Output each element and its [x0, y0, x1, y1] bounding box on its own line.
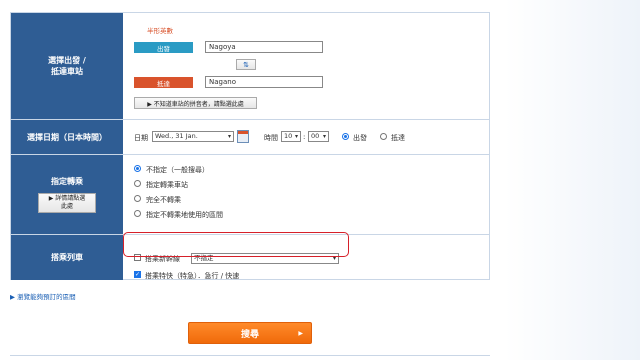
- time-label: 時間: [264, 134, 278, 142]
- transfer-row: 指定轉乘 ▶ 詳情請點選 此處 不指定（一般搜尋） 指定轉乘車站 完全不轉乘 指…: [11, 155, 489, 235]
- station-cell: 半形英數 出發 Nagoya ⇅ 抵達 Nagano ▶ 不知道車站的拼音者，請…: [123, 13, 489, 119]
- transfer-option-radio[interactable]: [134, 210, 141, 217]
- half-width-hint: 半形英數: [147, 27, 173, 35]
- transfer-details-line1: ▶ 詳情請點選: [48, 195, 86, 202]
- chevron-down-icon: ▾: [227, 133, 231, 140]
- arrive-time-label: 抵達: [391, 134, 405, 142]
- date-row: 選擇日期（日本時間） 日期 Wed., 31 Jan. ▾ 時間 10 ▾ : …: [11, 120, 489, 155]
- station-kana-help-button[interactable]: ▶ 不知道車站的拼音者，請點選此處: [134, 97, 257, 109]
- transfer-row-label: 指定轉乘: [51, 177, 83, 186]
- calendar-icon-header: [238, 131, 248, 134]
- time-colon: :: [303, 133, 306, 141]
- minute-select[interactable]: 00 ▾: [308, 131, 329, 142]
- depart-station-input[interactable]: Nagoya: [205, 41, 323, 53]
- transfer-option-radio[interactable]: [134, 165, 141, 172]
- chevron-down-icon: ▾: [322, 133, 326, 140]
- transfer-option-label: 指定不轉乘地使用的區間: [146, 211, 223, 219]
- arrive-station-input[interactable]: Nagano: [205, 76, 323, 88]
- depart-time-label: 出發: [353, 134, 367, 142]
- transfer-option-radio[interactable]: [134, 180, 141, 187]
- search-button[interactable]: 搜尋 ▶: [188, 322, 312, 344]
- swap-icon: ⇅: [243, 60, 249, 69]
- station-row-label-line1: 選擇出發 /: [48, 56, 86, 65]
- transfer-option-label: 不指定（一般搜尋）: [146, 166, 209, 174]
- reservable-sections-link[interactable]: ▶ 瀏覽能夠預訂的區間: [10, 291, 76, 301]
- train-row-label: 搭乘列車: [11, 235, 123, 280]
- transfer-details-button[interactable]: ▶ 詳情請點選 此處: [38, 193, 96, 213]
- checkmark-icon: ✓: [135, 271, 141, 278]
- chevron-down-icon: ▾: [294, 133, 298, 140]
- chevron-right-icon: ▶: [298, 329, 303, 337]
- express-label: 搭乘特快（特急）．急行 / 快速: [145, 272, 240, 280]
- date-select[interactable]: Wed., 31 Jan. ▾: [152, 131, 234, 142]
- transfer-option-label: 指定轉乘車站: [146, 181, 188, 189]
- depart-time-radio[interactable]: [342, 133, 349, 140]
- transfer-details-line2: 此處: [60, 203, 73, 210]
- transfer-row-label-cell: 指定轉乘 ▶ 詳情請點選 此處: [11, 155, 123, 234]
- transfer-option-radio[interactable]: [134, 195, 141, 202]
- date-select-value: Wed., 31 Jan.: [155, 132, 198, 140]
- station-row-label: 選擇出發 / 抵達車站: [11, 13, 123, 119]
- date-cell: 日期 Wed., 31 Jan. ▾ 時間 10 ▾ : 00 ▾ 出發 抵達: [123, 120, 489, 154]
- express-checkbox[interactable]: ✓: [134, 271, 141, 278]
- arrive-time-radio[interactable]: [380, 133, 387, 140]
- calendar-icon[interactable]: [237, 130, 249, 143]
- hour-select[interactable]: 10 ▾: [281, 131, 301, 142]
- date-row-label: 選擇日期（日本時間）: [11, 120, 123, 154]
- swap-stations-button[interactable]: ⇅: [236, 59, 256, 70]
- station-row: 選擇出發 / 抵達車站 半形英數 出發 Nagoya ⇅ 抵達 Nagano ▶…: [11, 13, 489, 120]
- search-button-label: 搜尋: [240, 329, 259, 340]
- station-row-label-line2: 抵達車站: [51, 67, 83, 76]
- minute-value: 00: [311, 132, 320, 140]
- date-label: 日期: [134, 134, 148, 142]
- divider: [10, 355, 490, 356]
- depart-label: 出發: [134, 42, 193, 53]
- shinkansen-highlight-box: [123, 232, 349, 257]
- page: 選擇出發 / 抵達車站 半形英數 出發 Nagoya ⇅ 抵達 Nagano ▶…: [0, 0, 640, 360]
- hour-value: 10: [284, 132, 293, 140]
- arrive-label: 抵達: [134, 77, 193, 88]
- transfer-option-label: 完全不轉乘: [146, 196, 181, 204]
- transfer-cell: 不指定（一般搜尋） 指定轉乘車站 完全不轉乘 指定不轉乘地使用的區間: [123, 155, 489, 234]
- background-panel: [505, 0, 640, 360]
